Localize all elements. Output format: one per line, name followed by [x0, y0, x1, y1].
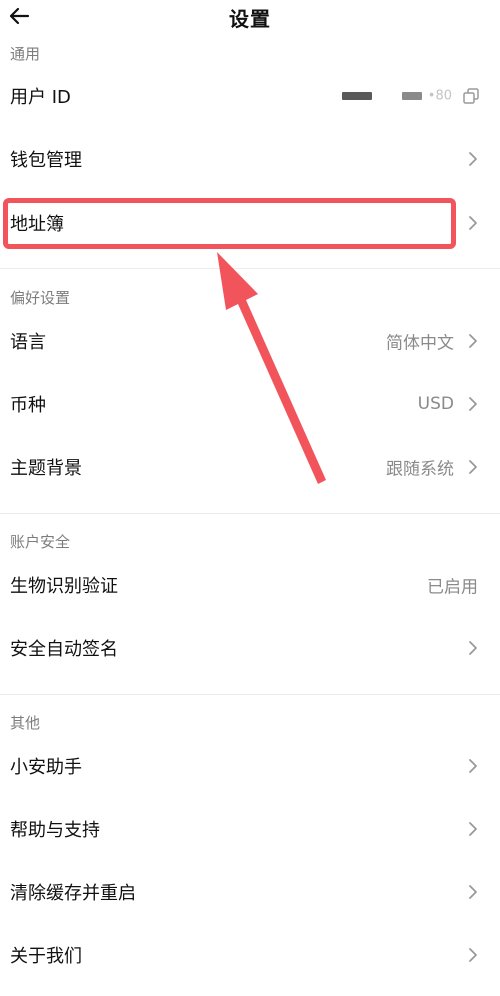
- clear-cache-row[interactable]: 清除缓存并重启: [0, 862, 500, 922]
- currency-label: 币种: [10, 395, 46, 416]
- language-label: 语言: [10, 332, 46, 353]
- section-label-general: 通用: [10, 45, 41, 63]
- user-id-label: 用户 ID: [10, 87, 71, 108]
- section-label-security: 账户安全: [10, 533, 71, 551]
- clear-cache-label: 清除缓存并重启: [10, 883, 136, 904]
- biometric-value: 已启用: [427, 577, 478, 598]
- language-value: 简体中文: [386, 333, 454, 354]
- assistant-row[interactable]: 小安助手: [0, 736, 500, 796]
- theme-row[interactable]: 主题背景 跟随系统: [0, 437, 500, 497]
- chevron-right-icon: [469, 948, 477, 962]
- theme-value: 跟随系统: [386, 459, 454, 480]
- user-id-redacted: [342, 92, 372, 100]
- chevron-right-icon: [469, 397, 477, 411]
- auto-sign-label: 安全自动签名: [10, 639, 118, 660]
- language-row[interactable]: 语言 简体中文: [0, 311, 500, 371]
- section-label-other: 其他: [10, 714, 41, 732]
- assistant-label: 小安助手: [10, 757, 82, 778]
- chevron-right-icon: [469, 334, 477, 348]
- section-divider: [0, 513, 500, 514]
- chevron-right-icon: [469, 460, 477, 474]
- currency-row[interactable]: 币种 USD: [0, 374, 500, 434]
- user-id-value: •80: [427, 88, 452, 104]
- page-title: 设置: [229, 7, 271, 31]
- chevron-right-icon: [469, 885, 477, 899]
- about-us-row[interactable]: 关于我们: [0, 925, 500, 985]
- chevron-right-icon: [469, 822, 477, 836]
- wallet-management-label: 钱包管理: [10, 150, 82, 171]
- currency-value: USD: [417, 394, 454, 414]
- section-divider: [0, 268, 500, 269]
- chevron-right-icon: [469, 641, 477, 655]
- user-id-row[interactable]: 用户 ID •80: [0, 66, 500, 126]
- top-bar: 设置: [0, 0, 500, 34]
- chevron-right-icon: [469, 216, 477, 230]
- help-support-row[interactable]: 帮助与支持: [0, 799, 500, 859]
- chevron-right-icon: [469, 759, 477, 773]
- wallet-management-row[interactable]: 钱包管理: [0, 129, 500, 189]
- section-label-preferences: 偏好设置: [10, 289, 71, 307]
- theme-label: 主题背景: [10, 458, 82, 479]
- address-book-row[interactable]: 地址簿: [0, 193, 500, 253]
- copy-icon[interactable]: [462, 87, 480, 105]
- auto-sign-row[interactable]: 安全自动签名: [0, 618, 500, 678]
- biometric-row[interactable]: 生物识别验证 已启用: [0, 555, 500, 615]
- about-us-label: 关于我们: [10, 946, 82, 967]
- chevron-right-icon: [469, 152, 477, 166]
- section-divider: [0, 694, 500, 695]
- biometric-label: 生物识别验证: [10, 576, 118, 597]
- address-book-label: 地址簿: [10, 214, 64, 235]
- user-id-redacted-2: [402, 92, 422, 100]
- help-support-label: 帮助与支持: [10, 820, 100, 841]
